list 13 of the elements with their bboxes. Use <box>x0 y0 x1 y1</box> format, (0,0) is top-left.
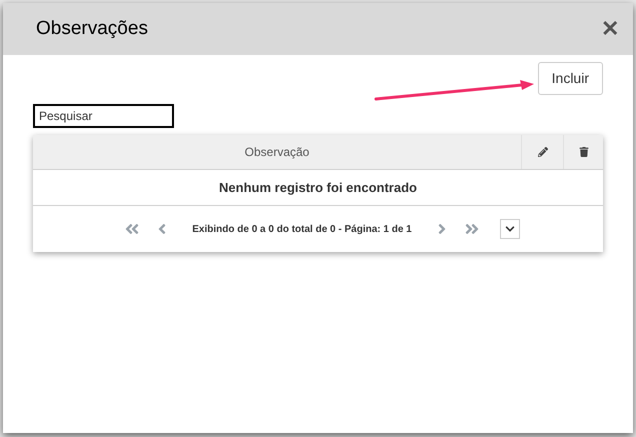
search-field[interactable]: Pesquisar <box>33 104 174 128</box>
column-header: Observação <box>244 144 310 161</box>
page-size-dropdown[interactable] <box>500 219 520 239</box>
close-button[interactable]: ✕ <box>601 18 619 40</box>
last-page-icon[interactable] <box>464 221 480 237</box>
include-button[interactable]: Incluir <box>538 62 603 95</box>
trash-icon <box>578 147 588 157</box>
dialog-title: Observações <box>36 16 148 41</box>
pencil-icon <box>538 147 548 157</box>
chevron-down-icon <box>504 224 515 234</box>
empty-message: Nenhum registro foi encontrado <box>219 178 417 197</box>
pagination-summary: Exibindo de 0 a 0 do total de 0 - Página: 1 de 1 <box>192 222 412 236</box>
first-page-icon[interactable] <box>124 221 140 237</box>
